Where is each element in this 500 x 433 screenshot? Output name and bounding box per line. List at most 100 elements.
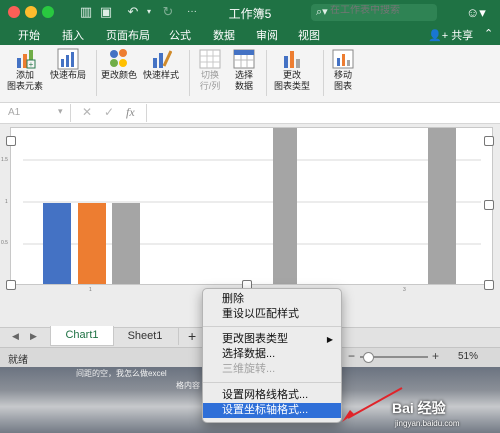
sidebar-icon[interactable]: ▥ [78,4,94,20]
quick-layout-button[interactable]: 快速布局 [48,48,88,100]
quick-styles-label: 快速样式 [142,70,179,80]
menu-item-delete[interactable]: 删除 [203,292,341,307]
search-input[interactable] [330,5,434,16]
tab-insert[interactable]: 插入 [62,27,84,43]
collapse-ribbon-icon[interactable]: ⌃ [484,27,493,40]
menu-item-label: 更改图表类型 [222,333,288,345]
tab-review[interactable]: 审阅 [256,27,278,43]
chart-plot[interactable] [11,126,492,286]
select-data-label-2: 数据 [234,81,253,91]
tab-data[interactable]: 数据 [213,27,235,43]
context-menu: 删除 重设以匹配样式 更改图表类型 ▶ 选择数据... 三维旋转... 设置网格… [202,288,342,423]
tab-page-layout[interactable]: 页面布局 [106,27,150,43]
resize-handle[interactable] [484,136,494,146]
bar[interactable] [112,203,140,285]
formula-bar [0,103,500,124]
add-chart-element-label-2: 图表元素 [6,81,43,91]
baidu-jingyan-logo: Bai 经验 [392,400,446,416]
next-sheet-icon[interactable]: ▶ [30,331,37,342]
menu-item-select-data[interactable]: 选择数据... [203,347,341,362]
undo-icon[interactable]: ↶ [125,4,141,20]
quick-layout-label: 快速布局 [49,70,86,80]
move-chart-button[interactable]: 移动 图表 [327,48,359,100]
menu-item-reset-style[interactable]: 重设以匹配样式 [203,307,341,322]
menu-item-3d-rotation: 三维旋转... [222,363,276,375]
ribbon-divider [189,50,190,96]
menu-separator [203,382,341,383]
change-chart-type-label-2: 图表类型 [273,81,310,91]
menu-item-format-axis[interactable]: 设置坐标轴格式... [203,403,341,418]
x-tick-label: 3 [403,287,406,293]
search-icon: ⌕▾ [316,6,328,18]
feedback-smiley-icon[interactable]: ☺▾ [466,5,486,21]
select-data-label-1: 选择 [234,70,253,80]
add-sheet-button[interactable]: + [188,328,196,344]
tab-home[interactable]: 开始 [18,27,40,43]
formula-divider [70,104,71,122]
switch-row-column-button: 切换 行/列 [194,48,226,100]
ribbon-divider [96,50,97,96]
formula-divider [146,104,147,122]
quick-styles-icon [150,48,173,70]
resize-handle[interactable] [6,136,16,146]
watermark-url: jingyan.baidu.com [395,419,460,428]
y-tick-label: 1.5 [1,157,8,163]
desktop-text: 格内容 [176,381,200,390]
x-tick-label: 1 [89,287,92,293]
minimize-window-button[interactable] [25,6,37,18]
bar[interactable] [78,203,106,285]
move-chart-label-2: 图表 [333,81,352,91]
enter-icon: ✓ [104,105,115,119]
chart-area[interactable] [10,126,493,286]
desktop-text: 间距的空，我怎么做excel [76,369,167,378]
add-chart-element-icon: + [14,48,36,70]
resize-handle[interactable] [484,280,494,290]
zoom-level: 51% [458,351,479,362]
select-data-icon [233,48,255,70]
add-chart-element-button[interactable]: + 添加 图表元素 [5,48,45,100]
add-chart-element-label-1: 添加 [15,70,34,80]
name-box[interactable]: A1 [8,107,20,118]
redo-icon: ↻ [162,4,174,19]
name-box-dropdown-icon[interactable]: ▾ [58,106,63,117]
insert-function-icon[interactable]: fx [126,105,135,120]
zoom-window-button[interactable] [42,6,54,18]
menu-separator [203,326,341,327]
switch-row-column-label-1: 切换 [200,70,219,80]
zoom-in-button[interactable]: + [432,349,439,363]
palette-icon [108,48,130,70]
bar[interactable] [428,126,456,285]
bar[interactable] [43,203,71,285]
svg-text:+: + [29,60,34,69]
share-button[interactable]: 👤+ 共享 [428,27,473,43]
switch-row-column-icon [199,48,221,70]
menu-item-format-gridlines[interactable]: 设置网格线格式... [203,388,341,403]
share-label: 共享 [451,30,474,42]
window-title: 工作簿5 [228,7,272,21]
change-colors-button[interactable]: 更改颜色 [100,48,138,100]
bar[interactable] [273,126,297,285]
prev-sheet-icon[interactable]: ◀ [12,331,19,342]
close-window-button[interactable] [8,6,20,18]
add-person-icon: 👤+ [428,30,452,42]
tab-formulas[interactable]: 公式 [169,27,191,43]
change-chart-type-label-1: 更改 [282,70,301,80]
zoom-slider-thumb[interactable] [363,352,374,363]
change-chart-type-button[interactable]: 更改 图表类型 [270,48,314,100]
tab-view[interactable]: 视图 [298,27,320,43]
save-icon[interactable]: ▣ [98,4,114,20]
zoom-out-button[interactable]: − [348,349,355,363]
resize-handle[interactable] [6,280,16,290]
tab-chart1[interactable]: Chart1 [50,326,114,346]
resize-handle[interactable] [484,200,494,210]
status-ready: 就绪 [8,355,28,366]
more-icon[interactable]: ··· [184,4,200,20]
undo-dropdown-icon[interactable]: ▾ [141,4,157,20]
y-tick-label: 0.5 [1,240,8,246]
quick-styles-button[interactable]: 快速样式 [140,48,182,100]
move-chart-label-1: 移动 [333,70,352,80]
select-data-button[interactable]: 选择 数据 [228,48,260,100]
change-colors-label: 更改颜色 [100,70,137,80]
tab-sheet1[interactable]: Sheet1 [112,328,179,345]
menu-item-change-chart-type[interactable]: 更改图表类型 ▶ [203,332,341,347]
